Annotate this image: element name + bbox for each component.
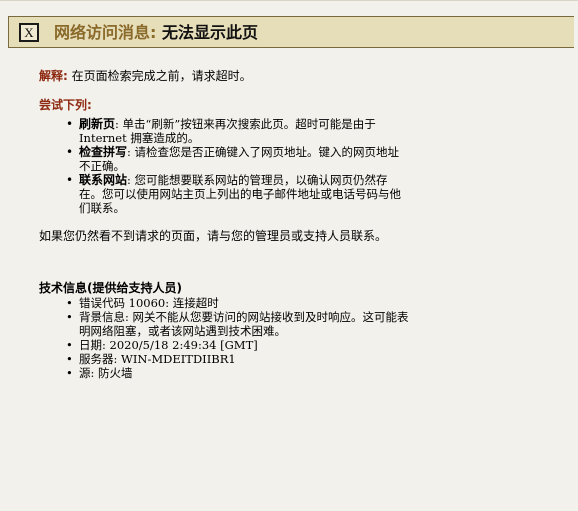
tech-item-text: 日期: 2020/5/18 2:49:34 [GMT] [79,338,258,352]
try-item-text: : 请检查您是否正确键入了网页地址。键入的网页地址不正确。 [79,145,400,173]
error-x-icon: X [19,23,39,42]
page-title: 网络访问消息: 无法显示此页 [54,23,258,43]
tech-item-text: 源: 防火墙 [79,366,133,380]
try-item-text: : 单击“刷新”按钮来再次搜索此页。超时可能是由于 Internet 拥塞造成的… [79,117,376,145]
title-prefix: 网络访问消息: [54,23,157,42]
tech-item-text: 背景信息: 网关不能从您要访问的网站接收到及时响应。这可能表明网络阻塞，或者该网… [79,310,409,338]
bullet-icon: • [66,296,73,310]
title-main: 无法显示此页 [161,23,258,42]
tech-item-text: 服务器: WIN-MDEITDIIBR1 [79,352,236,366]
explanation-text: 在页面检索完成之前，请求超时。 [71,69,252,83]
try-heading: 尝试下列: [39,98,92,112]
tech-item-date: • 日期: 2020/5/18 2:49:34 [GMT] [66,338,409,352]
tech-info-heading: 技术信息(提供给支持人员) [39,281,182,295]
try-item-label: 联系网站 [79,173,128,187]
tech-item-background: • 背景信息: 网关不能从您要访问的网站接收到及时响应。这可能表明网络阻塞，或者… [66,310,409,338]
bullet-icon: • [66,117,74,131]
try-item-spelling: • 检查拼写: 请检查您是否正确键入了网页地址。键入的网页地址不正确。 [66,145,409,173]
try-list: • 刷新页: 单击“刷新”按钮来再次搜索此页。超时可能是由于 Internet … [66,117,409,215]
try-item-label: 检查拼写 [79,145,128,159]
try-item-contact: • 联系网站: 您可能想要联系网站的管理员，以确认网页仍然存在。您可以使用网站主… [66,173,409,215]
contact-admin-text: 如果您仍然看不到请求的页面，请与您的管理员或支持人员联系。 [39,229,388,243]
tech-item-source: • 源: 防火墙 [66,366,409,380]
bullet-icon: • [66,310,73,324]
tech-item-server: • 服务器: WIN-MDEITDIIBR1 [66,352,409,366]
error-title-bar: X 网络访问消息: 无法显示此页 [8,16,574,48]
tech-info-list: • 错误代码 10060: 连接超时 • 背景信息: 网关不能从您要访问的网站接… [66,296,409,380]
tech-item-error-code: • 错误代码 10060: 连接超时 [66,296,409,310]
explanation-line: 解释: 在页面检索完成之前，请求超时。 [39,68,252,84]
try-item-label: 刷新页 [79,117,116,131]
bullet-icon: • [66,173,74,187]
bullet-icon: • [66,352,73,366]
top-divider [0,0,578,1]
bullet-icon: • [66,338,73,352]
bullet-icon: • [66,145,74,159]
try-item-refresh: • 刷新页: 单击“刷新”按钮来再次搜索此页。超时可能是由于 Internet … [66,117,409,145]
tech-item-text: 错误代码 10060: 连接超时 [79,296,219,310]
explanation-label: 解释: [39,69,68,83]
try-item-text: : 您可能想要联系网站的管理员，以确认网页仍然存在。您可以使用网站主页上列出的电… [79,173,401,215]
bullet-icon: • [66,366,73,380]
